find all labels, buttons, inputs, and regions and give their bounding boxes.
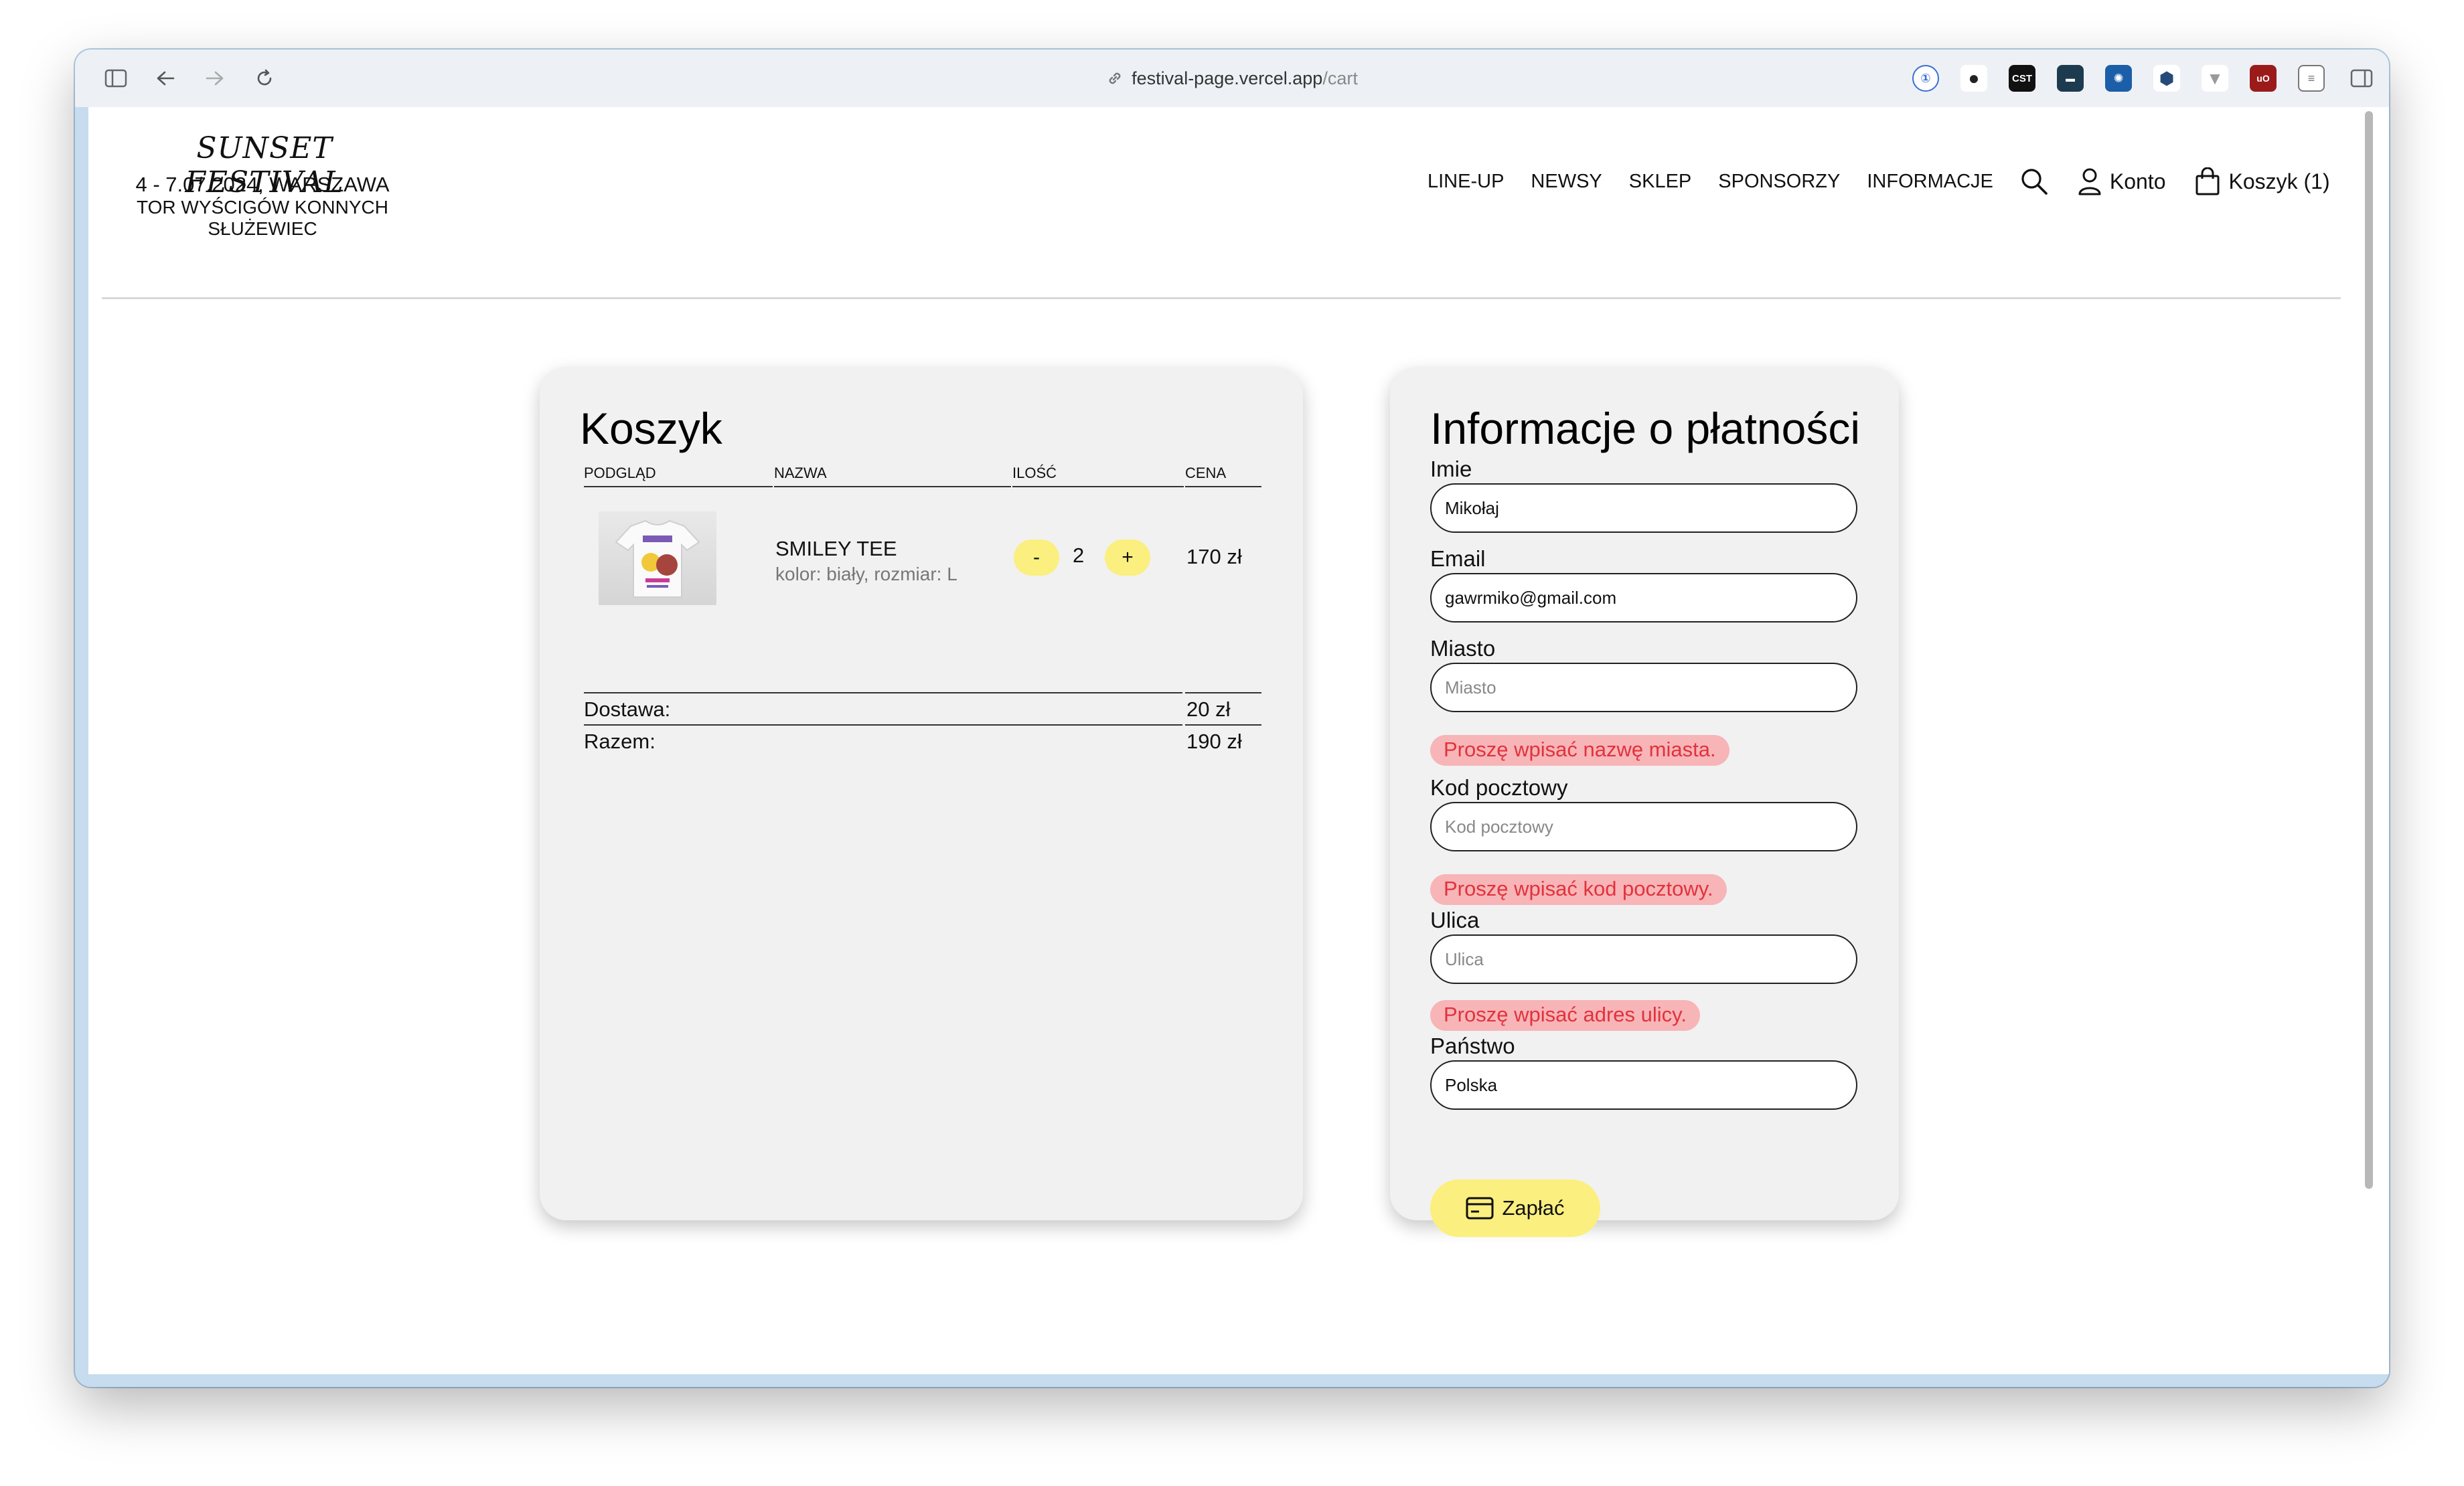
country-field[interactable]	[1430, 1060, 1857, 1110]
header-divider	[102, 297, 2341, 299]
nav-newsy[interactable]: NEWSY	[1531, 171, 1602, 193]
name-field[interactable]	[1430, 483, 1857, 533]
payment-title: Informacje o płatności	[1430, 404, 1860, 453]
link-icon	[1106, 70, 1124, 87]
password-manager-icon[interactable]: ①	[1912, 65, 1939, 92]
account-link[interactable]: Konto	[2078, 167, 2166, 195]
summary-line	[584, 724, 1182, 726]
decrease-quantity-button[interactable]: -	[1014, 540, 1059, 576]
ublock-icon[interactable]: uO	[2250, 65, 2277, 92]
zip-field[interactable]	[1430, 802, 1857, 851]
cart-label: Koszyk (1)	[2228, 169, 2330, 193]
shipping-label: Dostawa:	[584, 697, 671, 721]
vue-devtools-icon[interactable]: ▼	[2202, 65, 2228, 92]
address-bar[interactable]: festival-page.vercel.app/cart	[75, 63, 2389, 94]
product-variant: kolor: biały, rozmiar: L	[775, 564, 957, 584]
product-price: 170 zł	[1186, 545, 1242, 568]
header-name: NAZWA	[774, 465, 1011, 487]
summary-line	[584, 692, 1182, 693]
email-label: Email	[1430, 546, 1486, 571]
city-field[interactable]	[1430, 663, 1857, 712]
account-label: Konto	[2109, 169, 2166, 193]
product-thumbnail[interactable]	[599, 511, 716, 605]
increase-quantity-button[interactable]: +	[1105, 540, 1150, 576]
panda-extension-icon[interactable]: ●	[1960, 65, 1987, 92]
scrollbar-thumb[interactable]	[2365, 111, 2373, 1189]
url-host: festival-page.vercel.app	[1132, 68, 1323, 88]
city-error: Proszę wpisać nazwę miasta.	[1430, 735, 1729, 766]
quantity-value: 2	[1073, 544, 1085, 567]
browser-toolbar: festival-page.vercel.app/cart ① ● CST ▬ …	[75, 50, 2389, 107]
browser-window: festival-page.vercel.app/cart ① ● CST ▬ …	[75, 50, 2389, 1387]
search-icon[interactable]	[2020, 167, 2048, 195]
zip-label: Kod pocztowy	[1430, 775, 1568, 800]
header-price: CENA	[1185, 465, 1261, 487]
main-nav: LINE-UP NEWSY SKLEP SPONSORZY INFORMACJE…	[1428, 167, 2330, 195]
nav-line-up[interactable]: LINE-UP	[1428, 171, 1504, 193]
city-label: Miasto	[1430, 636, 1496, 661]
nav-sponsorzy[interactable]: SPONSORZY	[1718, 171, 1840, 193]
url-path: /cart	[1322, 68, 1358, 88]
cart-title: Koszyk	[580, 404, 722, 453]
react-devtools-icon[interactable]: ✺	[2105, 65, 2132, 92]
user-icon	[2078, 167, 2102, 195]
shopping-bag-icon	[2195, 167, 2220, 195]
cst-extension-icon[interactable]: CST	[2009, 65, 2035, 92]
cart-link[interactable]: Koszyk (1)	[2195, 167, 2330, 195]
tshirt-icon	[615, 519, 700, 598]
pay-button[interactable]: Zapłać	[1430, 1179, 1600, 1237]
name-label: Imie	[1430, 457, 1472, 481]
pay-button-label: Zapłać	[1502, 1196, 1565, 1220]
total-value: 190 zł	[1186, 730, 1242, 753]
email-field[interactable]	[1430, 573, 1857, 623]
terminal-extension-icon[interactable]: ▬	[2057, 65, 2084, 92]
sidebar-right-icon[interactable]	[2347, 64, 2376, 92]
festival-place: TOR WYŚCIGÓW KONNYCH SŁUŻEWIEC	[137, 197, 388, 239]
nav-sklep[interactable]: SKLEP	[1629, 171, 1692, 193]
festival-date: 4 - 7.07.2024, WARSZAWA	[135, 173, 390, 196]
cart-card: Koszyk PODGLĄD NAZWA ILOŚĆ CENA SMILEY T…	[540, 367, 1303, 1220]
page-viewport: SUNSET FESTIVAL 4 - 7.07.2024, WARSZAWA …	[88, 107, 2354, 1374]
street-error: Proszę wpisać adres ulicy.	[1430, 1000, 1700, 1031]
street-field[interactable]	[1430, 934, 1857, 984]
country-label: Państwo	[1430, 1034, 1515, 1058]
header-preview: PODGLĄD	[584, 465, 773, 487]
credit-card-icon	[1466, 1197, 1494, 1220]
shipping-value: 20 zł	[1186, 697, 1231, 721]
summary-line	[1185, 724, 1261, 726]
hexagon-extension-icon[interactable]: ⬢	[2153, 65, 2180, 92]
page-scrollbar[interactable]	[2354, 107, 2389, 1374]
reader-extension-icon[interactable]: ≡	[2298, 65, 2325, 92]
header-qty: ILOŚĆ	[1012, 465, 1184, 487]
product-name: SMILEY TEE	[775, 537, 897, 560]
street-label: Ulica	[1430, 908, 1480, 932]
total-label: Razem:	[584, 730, 656, 753]
zip-error: Proszę wpisać kod pocztowy.	[1430, 874, 1727, 905]
nav-informacje[interactable]: INFORMACJE	[1867, 171, 1993, 193]
payment-card: Informacje o płatności Imie Email Miasto…	[1390, 367, 1899, 1237]
summary-line	[1185, 692, 1261, 693]
